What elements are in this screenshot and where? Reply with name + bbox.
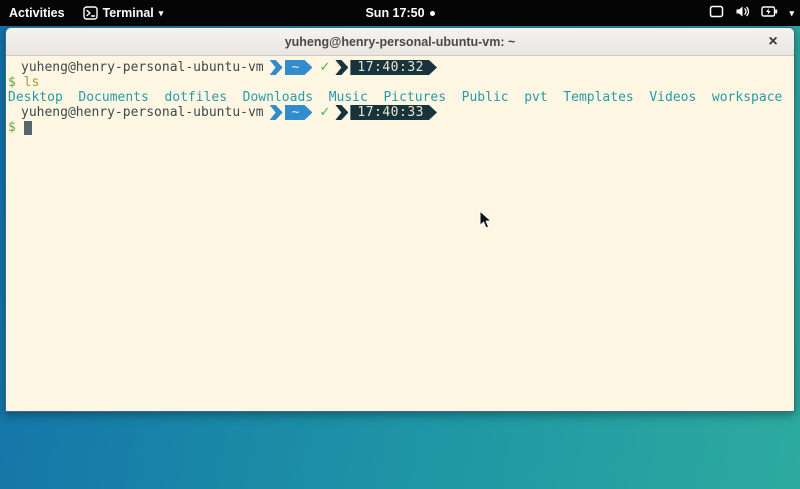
volume-icon (735, 5, 750, 21)
powerline-arrow-icon (270, 105, 283, 120)
prompt-user: yuheng@henry-personal-ubuntu-vm (8, 105, 264, 120)
path-segment: ~ (285, 105, 313, 120)
powerline-arrow-icon (270, 60, 283, 75)
terminal-window: yuheng@henry-personal-ubuntu-vm: ~ × yuh… (5, 27, 795, 412)
clock-button[interactable]: Sun 17:50 (365, 6, 434, 20)
time-segment: 17:40:32 (350, 60, 437, 75)
directory-name: Music (329, 90, 368, 105)
input-line: $ (8, 120, 792, 135)
prompt-symbol: $ (8, 120, 16, 135)
clock-label: Sun 17:50 (365, 6, 424, 20)
status-check-icon: ✓ (319, 60, 330, 75)
command-line: $ ls (8, 75, 792, 90)
powerline-arrow-icon (335, 60, 348, 75)
notification-dot-icon (430, 11, 435, 16)
top-bar: Activities Terminal ▾ Sun 17:50 (0, 0, 800, 26)
powerline-arrow-icon (335, 105, 348, 120)
directory-name: workspace (712, 90, 782, 105)
directory-name: dotfiles (164, 90, 227, 105)
directory-name: Public (462, 90, 509, 105)
app-menu-label: Terminal (103, 6, 154, 20)
directory-name: Videos (649, 90, 696, 105)
terminal-screen[interactable]: yuheng@henry-personal-ubuntu-vm ~ ✓ 17:4… (6, 56, 794, 411)
directory-name: Documents (78, 90, 148, 105)
directory-name: Pictures (383, 90, 446, 105)
time-segment: 17:40:33 (350, 105, 437, 120)
prompt-line-1: yuheng@henry-personal-ubuntu-vm ~ ✓ 17:4… (8, 60, 792, 75)
directory-name: pvt (524, 90, 547, 105)
ls-output-row: Desktop Documents dotfiles Downloads Mus… (8, 90, 792, 105)
system-status-area[interactable]: ▾ (709, 0, 794, 26)
text-cursor-block (24, 121, 32, 135)
screen-icon (709, 5, 724, 21)
app-menu-terminal[interactable]: Terminal ▾ (75, 0, 172, 26)
directory-name: Downloads (243, 90, 313, 105)
battery-charging-icon (761, 5, 778, 21)
chevron-down-icon: ▾ (159, 8, 164, 19)
prompt-symbol: $ (8, 75, 16, 90)
prompt-line-2: yuheng@henry-personal-ubuntu-vm ~ ✓ 17:4… (8, 105, 792, 120)
typed-command: ls (24, 75, 40, 90)
directory-name: Templates (563, 90, 633, 105)
activities-button[interactable]: Activities (0, 0, 75, 26)
window-title: yuheng@henry-personal-ubuntu-vm: ~ (285, 35, 516, 49)
path-segment: ~ (285, 60, 313, 75)
window-titlebar[interactable]: yuheng@henry-personal-ubuntu-vm: ~ × (6, 28, 794, 56)
prompt-user: yuheng@henry-personal-ubuntu-vm (8, 60, 264, 75)
chevron-down-icon: ▾ (789, 8, 794, 19)
directory-name: Desktop (8, 90, 63, 105)
close-button[interactable]: × (762, 28, 784, 56)
status-check-icon: ✓ (319, 105, 330, 120)
terminal-icon (83, 6, 98, 20)
